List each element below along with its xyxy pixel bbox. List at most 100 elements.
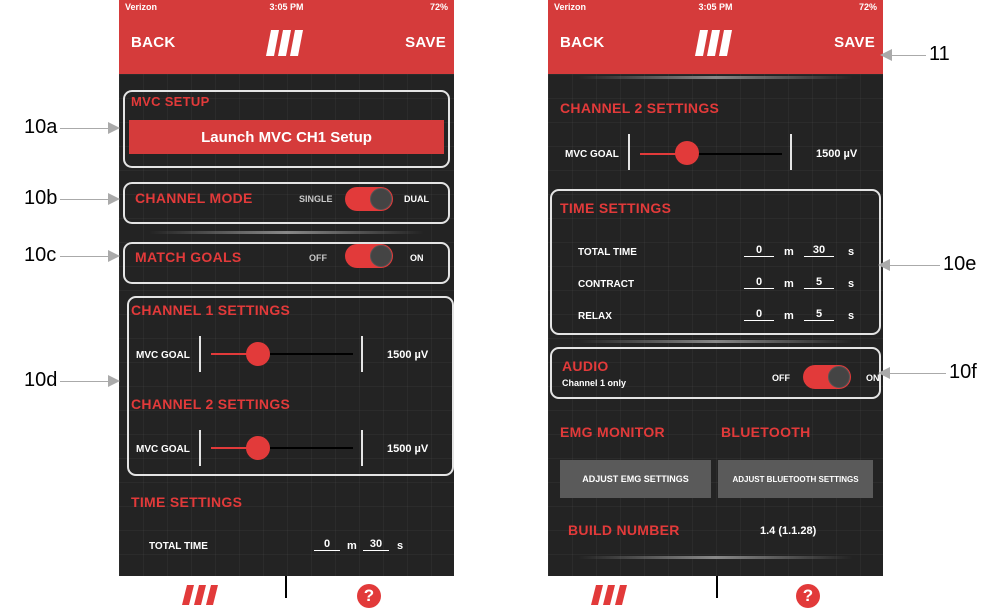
arrow-head-icon (108, 375, 120, 387)
channel-1-title: CHANNEL 1 SETTINGS (131, 302, 291, 318)
divider (199, 336, 201, 372)
channel-mode-single-label: SINGLE (299, 194, 333, 204)
callout-arrow (888, 265, 940, 266)
contract-label: CONTRACT (578, 279, 635, 290)
total-time-minutes-input[interactable]: 0 (744, 244, 774, 257)
match-goals-on-label: ON (410, 253, 424, 263)
audio-off-label: OFF (772, 373, 790, 383)
relax-seconds-input[interactable]: 5 (804, 308, 834, 321)
ch1-slider-thumb[interactable] (246, 342, 270, 366)
total-time-seconds-input[interactable]: 30 (804, 244, 834, 257)
ch2-goal-value: 1500 µV (816, 148, 858, 160)
callout-arrow (890, 55, 926, 56)
audio-toggle[interactable] (803, 365, 851, 389)
mvc-setup-title: MVC SETUP (131, 94, 210, 109)
match-goals-off-label: OFF (309, 253, 327, 263)
seconds-unit: s (848, 278, 855, 290)
total-time-minutes-input[interactable]: 0 (314, 538, 340, 551)
ch2-slider-thumb[interactable] (246, 436, 270, 460)
nav-bar: BACK SAVE (119, 14, 454, 74)
ch2-mvc-goal-label: MVC GOAL (565, 149, 619, 160)
channel-mode-dual-label: DUAL (404, 194, 429, 204)
callout-10d: 10d (24, 369, 58, 391)
minutes-unit: m (784, 278, 794, 290)
status-bar: Verizon 3:05 PM 72% (119, 0, 454, 14)
ch1-goal-value: 1500 µV (387, 349, 429, 361)
adjust-emg-settings-button[interactable]: ADJUST EMG SETTINGS (560, 460, 711, 498)
settings-content: MVC SETUP Launch MVC CH1 Setup CHANNEL M… (119, 74, 454, 576)
ch2-mvc-goal-label: MVC GOAL (136, 444, 190, 455)
emg-monitor-title: EMG MONITOR (560, 424, 665, 440)
callout-arrow (60, 381, 112, 382)
contract-minutes-input[interactable]: 0 (744, 276, 774, 289)
save-button[interactable]: SAVE (405, 34, 446, 51)
total-time-label: TOTAL TIME (149, 541, 208, 552)
match-goals-toggle[interactable] (345, 244, 393, 268)
seconds-unit: s (848, 246, 855, 258)
relax-label: RELAX (578, 311, 612, 322)
back-button[interactable]: BACK (560, 34, 605, 51)
tab-bar: ? (548, 576, 883, 609)
battery-label: 72% (429, 2, 448, 12)
bluetooth-title: BLUETOOTH (721, 424, 811, 440)
callout-10b: 10b (24, 187, 58, 209)
help-icon[interactable]: ? (357, 584, 381, 608)
adjust-bluetooth-settings-button[interactable]: ADJUST BLUETOOTH SETTINGS (718, 460, 873, 498)
divider (578, 76, 853, 79)
total-time-label: TOTAL TIME (578, 247, 637, 258)
ch2-slider-thumb[interactable] (675, 141, 699, 165)
divider (578, 556, 853, 559)
tab-divider (285, 576, 287, 598)
divider (361, 430, 363, 466)
battery-label: 72% (858, 2, 877, 12)
right-phone-screen: Verizon 3:05 PM 72% BACK SAVE CHANNEL 2 … (548, 0, 883, 609)
divider (199, 430, 201, 466)
contract-seconds-input[interactable]: 5 (804, 276, 834, 289)
seconds-unit: s (848, 310, 855, 322)
minutes-unit: m (347, 540, 357, 552)
relax-minutes-input[interactable]: 0 (744, 308, 774, 321)
tab-divider (716, 576, 718, 598)
arrow-head-icon (880, 49, 892, 61)
time-settings-title: TIME SETTINGS (560, 200, 672, 216)
nav-bar: BACK SAVE (548, 14, 883, 74)
tab-bar: ? (119, 576, 454, 609)
ch1-mvc-goal-label: MVC GOAL (136, 350, 190, 361)
arrow-head-icon (878, 259, 890, 271)
minutes-unit: m (784, 310, 794, 322)
callout-11: 11 (929, 43, 950, 65)
help-icon[interactable]: ? (796, 584, 820, 608)
total-time-seconds-input[interactable]: 30 (363, 538, 389, 551)
audio-label: AUDIO (562, 358, 609, 374)
callout-arrow (60, 199, 112, 200)
channel-mode-toggle[interactable] (345, 187, 393, 211)
launch-mvc-button[interactable]: Launch MVC CH1 Setup (129, 120, 444, 154)
home-tab-icon[interactable] (590, 584, 630, 606)
arrow-head-icon (878, 367, 890, 379)
callout-10a: 10a (24, 116, 58, 138)
arrow-head-icon (108, 122, 120, 134)
callout-10f: 10f (949, 361, 977, 383)
divider (361, 336, 363, 372)
home-tab-icon[interactable] (181, 584, 221, 606)
callout-arrow (60, 256, 112, 257)
callout-10e: 10e (943, 253, 977, 275)
match-goals-label: MATCH GOALS (135, 249, 242, 265)
audio-sub-label: Channel 1 only (562, 378, 627, 388)
save-button[interactable]: SAVE (834, 34, 875, 51)
callout-arrow (60, 128, 112, 129)
channel-2-title: CHANNEL 2 SETTINGS (560, 100, 720, 116)
build-number-label: BUILD NUMBER (568, 522, 680, 538)
left-phone-screen: Verizon 3:05 PM 72% BACK SAVE MVC SETUP … (119, 0, 454, 609)
seconds-unit: s (397, 540, 404, 552)
app-logo-icon (266, 30, 303, 56)
minutes-unit: m (784, 246, 794, 258)
arrow-head-icon (108, 193, 120, 205)
divider (790, 134, 792, 170)
back-button[interactable]: BACK (131, 34, 176, 51)
arrow-head-icon (108, 250, 120, 262)
clock-label: 3:05 PM (269, 2, 304, 12)
status-bar: Verizon 3:05 PM 72% (548, 0, 883, 14)
divider (578, 340, 853, 343)
settings-content: CHANNEL 2 SETTINGS MVC GOAL 1500 µV TIME… (548, 74, 883, 576)
